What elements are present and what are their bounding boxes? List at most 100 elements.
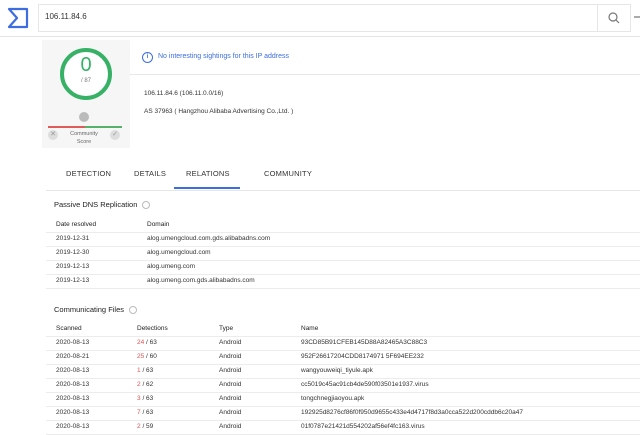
column-domain: Domain — [147, 221, 170, 228]
table-row: 2020-08-13 2 / 59 Android 01f0787e21421d… — [46, 420, 640, 435]
date-resolved: 2019-12-30 — [56, 249, 90, 256]
community-score-marker — [79, 112, 89, 122]
domain-link[interactable]: alog.umeng.com — [147, 263, 195, 270]
ip-details: i No interesting sightings for this IP a… — [130, 40, 640, 148]
table-row: 2020-08-21 25 / 60 Android 952F26617204C… — [46, 350, 640, 365]
table-row: 2020-08-13 2 / 62 Android cc5019c45ac91c… — [46, 378, 640, 393]
communicating-files-title-text: Communicating Files — [54, 305, 125, 314]
passive-dns-title-text: Passive DNS Replication — [54, 200, 138, 209]
column-type: Type — [219, 325, 234, 332]
table-row: 2020-08-13 24 / 63 Android 93CD85B91CFEB… — [46, 336, 640, 351]
sightings-banner: i No interesting sightings for this IP a… — [130, 40, 640, 75]
info-icon: i — [142, 52, 153, 63]
column-detections: Detections — [137, 325, 168, 332]
table-row: 2020-08-13 3 / 63 Android tongchnegjiaoy… — [46, 392, 640, 407]
scanned-date: 2020-08-13 — [56, 423, 90, 430]
detection-positives: 25 — [137, 353, 145, 360]
file-name-link[interactable]: 01f0787e21421d554202af56ef4fc163.virus — [301, 423, 425, 430]
detection-positives: 2 — [137, 423, 141, 430]
detection-total: / 63 — [142, 367, 154, 374]
tab-details[interactable]: DETAILS — [134, 169, 166, 178]
date-resolved: 2019-12-31 — [56, 235, 90, 242]
date-resolved: 2019-12-13 — [56, 263, 90, 270]
detection-total: / 59 — [142, 423, 154, 430]
detection-ratio: 24 / 63 — [137, 339, 157, 346]
community-label-line2: Score — [76, 139, 92, 145]
community-score-bar — [48, 126, 122, 128]
scanned-date: 2020-08-21 — [56, 353, 90, 360]
domain-link[interactable]: alog.umeng.com.gds.alibabadns.com — [147, 277, 255, 284]
like-button[interactable]: ✓ — [110, 130, 120, 140]
table-row: 2020-08-13 7 / 63 Android 192925d8276cf8… — [46, 406, 640, 421]
detection-total: / 60 — [146, 353, 157, 360]
table-row: 2019-12-30 alog.umengcloud.com — [46, 246, 640, 261]
table-header: Scanned Detections Type Name — [46, 322, 640, 337]
file-name-link[interactable]: tongchnegjiaoyou.apk — [301, 395, 364, 402]
tab-bar: DETECTION DETAILS RELATIONS COMMUNITY — [46, 158, 640, 191]
as-owner-line: AS 37963 ( Hangzhou Alibaba Advertising … — [144, 108, 294, 115]
domain-link[interactable]: alog.umengcloud.com — [147, 249, 211, 256]
tab-detection[interactable]: DETECTION — [66, 169, 111, 178]
detection-total: / 62 — [142, 381, 154, 388]
file-type: Android — [219, 381, 242, 388]
scanned-date: 2020-08-13 — [56, 395, 90, 402]
date-resolved: 2019-12-13 — [56, 277, 90, 284]
file-type: Android — [219, 409, 242, 416]
search-button[interactable] — [597, 4, 631, 32]
file-name-link[interactable]: cc5019c45ac91cb4de590f03501e1937.virus — [301, 381, 429, 388]
more-menu-icon[interactable] — [630, 4, 640, 30]
column-name: Name — [301, 325, 319, 332]
detection-total: / 63 — [146, 339, 157, 346]
communicating-files-info-icon[interactable] — [129, 306, 138, 315]
file-type: Android — [219, 423, 242, 430]
dislike-button[interactable]: ✕ — [48, 130, 58, 140]
score-box: 0 / 87 ✕ Community Score ✓ — [42, 40, 130, 148]
community-label-line1: Community — [70, 131, 98, 137]
detection-ratio: 25 / 60 — [137, 353, 157, 360]
ip-address-line: 106.11.84.6 (106.11.0.0/16) — [144, 90, 224, 97]
community-score: ✕ Community Score ✓ — [46, 108, 122, 148]
detection-positives: 7 — [137, 409, 141, 416]
detection-positives: 2 — [137, 381, 141, 388]
top-bar: 106.11.84.6 — [0, 0, 640, 37]
detection-total: / 63 — [142, 409, 154, 416]
scanned-date: 2020-08-13 — [56, 367, 90, 374]
table-row: 2019-12-13 alog.umeng.com.gds.alibabadns… — [46, 274, 640, 289]
tab-relations[interactable]: RELATIONS — [186, 169, 230, 178]
column-scanned: Scanned — [56, 325, 82, 332]
passive-dns-title: Passive DNS Replication — [54, 200, 151, 210]
scanned-date: 2020-08-13 — [56, 381, 90, 388]
detection-positives: 24 — [137, 339, 145, 346]
search-query: 106.11.84.6 — [45, 12, 87, 21]
community-score-label: Community Score — [60, 130, 108, 146]
detection-ratio: 2 / 59 — [137, 423, 153, 430]
file-name-link[interactable]: 952F26617204CDD8174971 5F694EE232 — [301, 353, 424, 360]
tab-community[interactable]: COMMUNITY — [264, 169, 312, 178]
file-name-link[interactable]: 93CD85B91CFEB145D88A82465A3C88C3 — [301, 339, 427, 346]
detection-ratio: 1 / 63 — [137, 367, 153, 374]
file-type: Android — [219, 395, 242, 402]
sightings-text: No interesting sightings for this IP add… — [158, 53, 289, 60]
detection-positives: 1 — [137, 367, 141, 374]
file-type: Android — [219, 367, 242, 374]
detection-ratio: 2 / 62 — [137, 381, 153, 388]
column-date-resolved: Date resolved — [56, 221, 97, 228]
detection-positives: 3 — [137, 395, 141, 402]
search-input[interactable]: 106.11.84.6 — [38, 4, 597, 32]
search-icon — [608, 12, 620, 24]
table-row: 2020-08-13 1 / 63 Android wangyouweiqi_t… — [46, 364, 640, 379]
summary-panel: 0 / 87 ✕ Community Score ✓ i No interest… — [42, 40, 640, 148]
domain-link[interactable]: alog.umengcloud.com.gds.alibabadns.com — [147, 235, 270, 242]
file-type: Android — [219, 339, 242, 346]
file-type: Android — [219, 353, 242, 360]
table-row: 2019-12-13 alog.umeng.com — [46, 260, 640, 275]
detection-ratio: 7 / 63 — [137, 409, 153, 416]
detection-total: / 63 — [142, 395, 154, 402]
file-name-link[interactable]: 192925d8276cf86f0f950d9655c433e4d4717f8d… — [301, 409, 523, 416]
file-name-link[interactable]: wangyouweiqi_tiyule.apk — [301, 367, 373, 374]
passive-dns-info-icon[interactable] — [142, 201, 151, 210]
virustotal-logo-icon[interactable] — [6, 6, 30, 30]
table-row: 2019-12-31 alog.umengcloud.com.gds.aliba… — [46, 232, 640, 247]
detection-count: 0 — [80, 54, 92, 76]
active-tab-indicator — [174, 187, 240, 189]
